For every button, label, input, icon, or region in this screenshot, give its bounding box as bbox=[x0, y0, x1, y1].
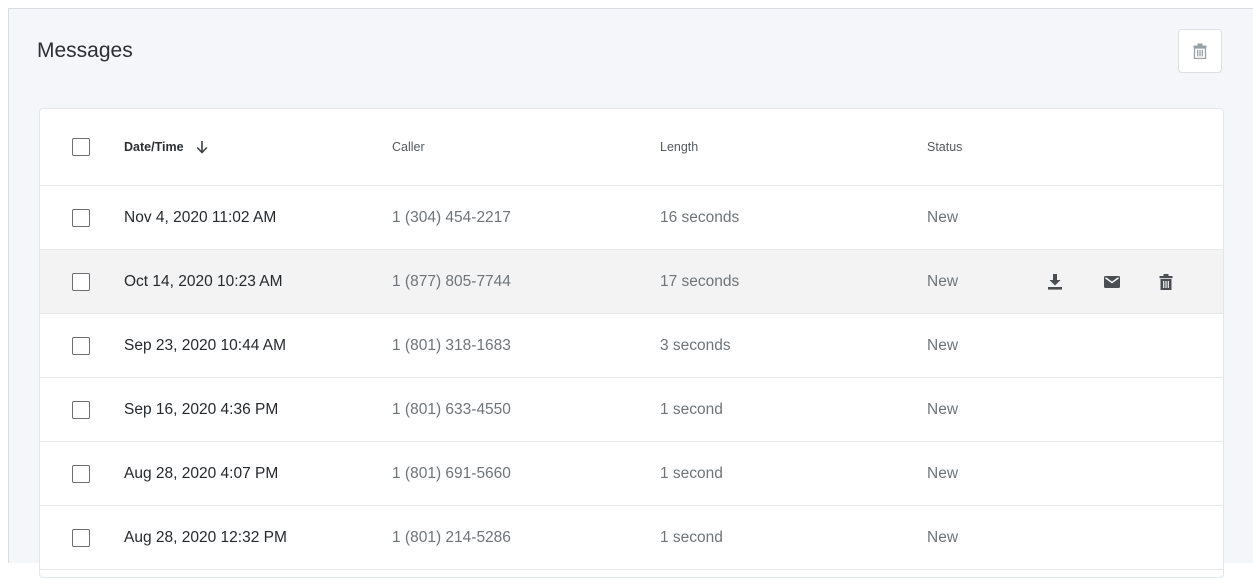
cell-length: 1 second bbox=[660, 400, 723, 418]
table-header-row: Date/Time Caller Length Status bbox=[40, 109, 1223, 186]
column-header-status[interactable]: Status bbox=[927, 140, 962, 154]
row-checkbox[interactable] bbox=[72, 464, 90, 483]
cell-caller: 1 (801) 318-1683 bbox=[392, 336, 511, 354]
cell-caller: 1 (801) 633-4550 bbox=[392, 400, 511, 418]
table-row[interactable]: Sep 16, 2020 4:36 PM 1 (801) 633-4550 1 … bbox=[40, 378, 1223, 442]
delete-row-button[interactable] bbox=[1156, 272, 1176, 292]
email-icon bbox=[1104, 275, 1120, 288]
cell-caller: 1 (304) 454-2217 bbox=[392, 208, 511, 226]
cell-status: New bbox=[927, 272, 959, 290]
download-button[interactable] bbox=[1045, 272, 1065, 292]
row-checkbox[interactable] bbox=[72, 336, 90, 355]
select-all-checkbox[interactable] bbox=[72, 138, 90, 156]
download-icon bbox=[1048, 273, 1062, 290]
cell-status: New bbox=[927, 336, 959, 354]
column-header-date-label: Date/Time bbox=[124, 140, 184, 154]
cell-date: Aug 28, 2020 4:07 PM bbox=[124, 464, 279, 482]
cell-date: Oct 14, 2020 10:23 AM bbox=[124, 272, 283, 290]
row-checkbox[interactable] bbox=[72, 272, 90, 291]
page-title: Messages bbox=[37, 39, 133, 62]
trash-icon bbox=[1193, 43, 1207, 59]
table-row[interactable]: Sep 23, 2020 10:44 AM 1 (801) 318-1683 3… bbox=[40, 314, 1223, 378]
cell-status: New bbox=[927, 400, 959, 418]
arrow-down-icon bbox=[196, 141, 207, 154]
cell-caller: 1 (877) 805-7744 bbox=[392, 272, 511, 290]
cell-length: 16 seconds bbox=[660, 208, 740, 226]
cell-date: Nov 4, 2020 11:02 AM bbox=[124, 208, 277, 226]
trash-icon bbox=[1159, 273, 1173, 290]
column-header-length[interactable]: Length bbox=[660, 140, 698, 154]
cell-status: New bbox=[927, 528, 959, 546]
cell-date: Sep 16, 2020 4:36 PM bbox=[124, 400, 279, 418]
email-button[interactable] bbox=[1102, 272, 1122, 292]
cell-length: 17 seconds bbox=[660, 272, 740, 290]
cell-date: Sep 23, 2020 10:44 AM bbox=[124, 336, 287, 354]
cell-date: Aug 28, 2020 12:32 PM bbox=[124, 528, 287, 546]
row-checkbox[interactable] bbox=[72, 528, 90, 547]
cell-status: New bbox=[927, 464, 959, 482]
table-row[interactable]: Nov 4, 2020 11:02 AM 1 (304) 454-2217 16… bbox=[40, 186, 1223, 250]
row-checkbox[interactable] bbox=[72, 208, 90, 227]
messages-panel: Messages Date/Time Caller Length Status bbox=[8, 8, 1253, 578]
cell-length: 3 seconds bbox=[660, 336, 731, 354]
table-row[interactable]: Oct 14, 2020 10:23 AM 1 (877) 805-7744 1… bbox=[40, 250, 1223, 314]
column-header-caller[interactable]: Caller bbox=[392, 140, 425, 154]
cell-status: New bbox=[927, 208, 959, 226]
row-checkbox[interactable] bbox=[72, 400, 90, 419]
cell-length: 1 second bbox=[660, 528, 723, 546]
cell-length: 1 second bbox=[660, 464, 723, 482]
messages-table: Date/Time Caller Length Status Nov 4, 20… bbox=[39, 108, 1224, 578]
cell-caller: 1 (801) 214-5286 bbox=[392, 528, 511, 546]
column-header-date[interactable]: Date/Time bbox=[124, 140, 208, 154]
delete-all-button[interactable] bbox=[1178, 29, 1222, 73]
cell-caller: 1 (801) 691-5660 bbox=[392, 464, 511, 482]
table-row[interactable]: Aug 28, 2020 12:32 PM 1 (801) 214-5286 1… bbox=[40, 506, 1223, 570]
table-row[interactable]: Aug 28, 2020 4:07 PM 1 (801) 691-5660 1 … bbox=[40, 442, 1223, 506]
